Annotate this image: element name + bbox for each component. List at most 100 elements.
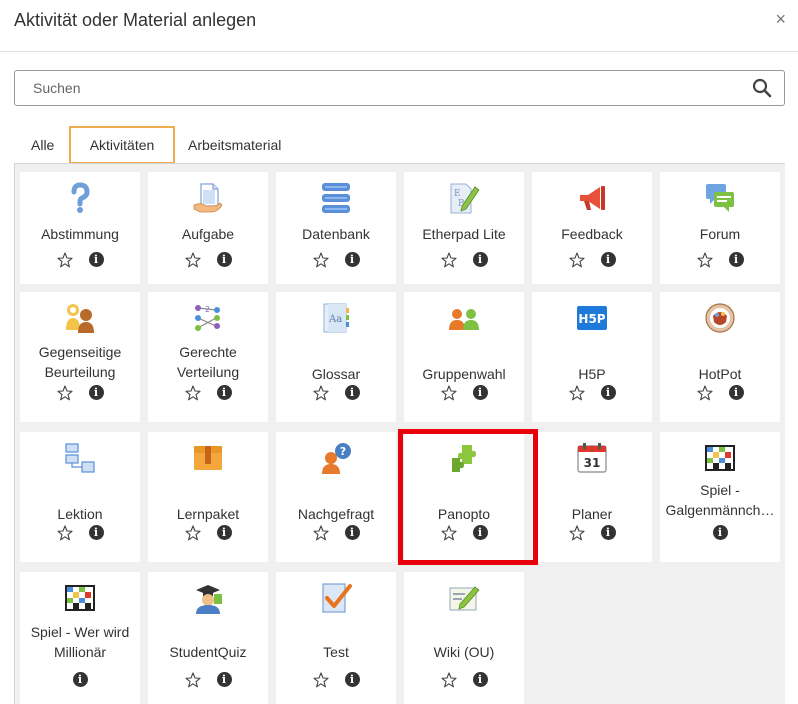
module-actions: i: [404, 384, 524, 404]
forum-icon: [704, 182, 736, 214]
module-actions: i: [148, 524, 268, 544]
info-icon[interactable]: i: [344, 672, 360, 688]
info-icon[interactable]: i: [88, 385, 104, 401]
question-icon: [64, 182, 96, 214]
module-name: Abstimmung: [41, 226, 119, 242]
svg-text:H5P: H5P: [578, 312, 605, 326]
star-icon[interactable]: [568, 385, 585, 401]
module-actions: i: [148, 671, 268, 691]
info-icon[interactable]: i: [472, 252, 488, 268]
info-icon[interactable]: i: [600, 252, 616, 268]
star-icon[interactable]: [568, 252, 585, 268]
star-icon[interactable]: [184, 672, 201, 688]
module-card[interactable]: E P Etherpad Lite i: [404, 172, 524, 284]
module-name-line1: Gerechte: [179, 344, 237, 360]
assignment-icon: [192, 182, 224, 214]
module-card[interactable]: Wiki (OU) i: [404, 572, 524, 704]
search-icon[interactable]: [752, 78, 772, 98]
info-icon[interactable]: i: [216, 385, 232, 401]
module-actions: i: [20, 671, 140, 691]
module-name: H5P: [578, 366, 606, 382]
info-icon[interactable]: i: [216, 252, 232, 268]
info-icon[interactable]: i: [728, 385, 744, 401]
search-box: [14, 70, 785, 106]
module-card[interactable]: Aa Glossar i: [276, 292, 396, 422]
ratingallocate-icon: 2: [192, 302, 224, 334]
glossary-icon: Aa: [320, 302, 352, 334]
star-icon[interactable]: [440, 525, 457, 541]
puzzle-icon: [448, 442, 480, 474]
info-icon[interactable]: i: [728, 252, 744, 268]
star-icon[interactable]: [184, 252, 201, 268]
star-icon[interactable]: [696, 385, 713, 401]
info-icon[interactable]: i: [600, 525, 616, 541]
star-icon[interactable]: [312, 672, 329, 688]
module-actions: i: [404, 251, 524, 271]
tab-activities[interactable]: Aktivitäten: [69, 126, 175, 164]
module-actions: i: [660, 384, 780, 404]
module-actions: i: [660, 251, 780, 271]
info-icon[interactable]: i: [72, 672, 88, 688]
info-icon[interactable]: i: [216, 672, 232, 688]
svg-text:?: ?: [340, 445, 346, 458]
module-card[interactable]: Lektion i: [20, 432, 140, 562]
star-icon[interactable]: [312, 252, 329, 268]
info-icon[interactable]: i: [472, 672, 488, 688]
star-icon[interactable]: [440, 672, 457, 688]
star-icon[interactable]: [56, 252, 73, 268]
module-card[interactable]: Abstimmung i: [20, 172, 140, 284]
game-icon: [64, 582, 96, 614]
star-icon[interactable]: [568, 525, 585, 541]
module-actions: i: [532, 524, 652, 544]
module-card[interactable]: H5P H5P i: [532, 292, 652, 422]
module-name: Aufgabe: [181, 226, 235, 242]
star-icon[interactable]: [696, 252, 713, 268]
module-card[interactable]: Test i: [276, 572, 396, 704]
svg-text:E: E: [454, 189, 461, 199]
info-icon[interactable]: i: [472, 525, 488, 541]
info-icon[interactable]: i: [344, 252, 360, 268]
info-icon[interactable]: i: [472, 385, 488, 401]
module-card[interactable]: Aufgabe i: [148, 172, 268, 284]
module-card[interactable]: ? Nachgefragt i: [276, 432, 396, 562]
star-icon[interactable]: [184, 385, 201, 401]
groupchoice-icon: [448, 302, 480, 334]
star-icon[interactable]: [440, 385, 457, 401]
module-card[interactable]: Lernpaket i: [148, 432, 268, 562]
game-icon: [704, 442, 736, 474]
module-card[interactable]: 31 Planer i: [532, 432, 652, 562]
module-actions: i: [20, 524, 140, 544]
info-icon[interactable]: i: [344, 385, 360, 401]
module-card[interactable]: Datenbank i: [276, 172, 396, 284]
module-actions: i: [276, 384, 396, 404]
tab-all[interactable]: Alle: [17, 126, 61, 164]
star-icon[interactable]: [312, 385, 329, 401]
info-icon[interactable]: i: [216, 525, 232, 541]
module-name: HotPot: [698, 366, 742, 382]
search-input[interactable]: [31, 71, 715, 105]
module-card[interactable]: Spiel - Wer wird Millionär i: [20, 572, 140, 704]
star-icon[interactable]: [440, 252, 457, 268]
star-icon[interactable]: [56, 385, 73, 401]
module-card[interactable]: Feedback i: [532, 172, 652, 284]
info-icon[interactable]: i: [88, 252, 104, 268]
module-card[interactable]: StudentQuiz i: [148, 572, 268, 704]
star-icon[interactable]: [184, 525, 201, 541]
module-card[interactable]: HotPot i: [660, 292, 780, 422]
module-card[interactable]: Gruppenwahl i: [404, 292, 524, 422]
module-card[interactable]: Gegenseitige Beurteilung i: [20, 292, 140, 422]
module-card[interactable]: 2 Gerechte Verteilung i: [148, 292, 268, 422]
info-icon[interactable]: i: [88, 525, 104, 541]
info-icon[interactable]: i: [712, 525, 728, 541]
module-name-line1: Gegenseitige: [38, 344, 122, 360]
info-icon[interactable]: i: [344, 525, 360, 541]
module-card[interactable]: Spiel - Galgenmännch… i: [660, 432, 780, 562]
module-actions: i: [404, 524, 524, 544]
close-icon[interactable]: ×: [775, 9, 786, 30]
info-icon[interactable]: i: [600, 385, 616, 401]
star-icon[interactable]: [56, 525, 73, 541]
module-card[interactable]: Forum i: [660, 172, 780, 284]
module-card[interactable]: Panopto i: [404, 432, 524, 562]
star-icon[interactable]: [312, 525, 329, 541]
tab-resources[interactable]: Arbeitsmaterial: [186, 126, 296, 164]
